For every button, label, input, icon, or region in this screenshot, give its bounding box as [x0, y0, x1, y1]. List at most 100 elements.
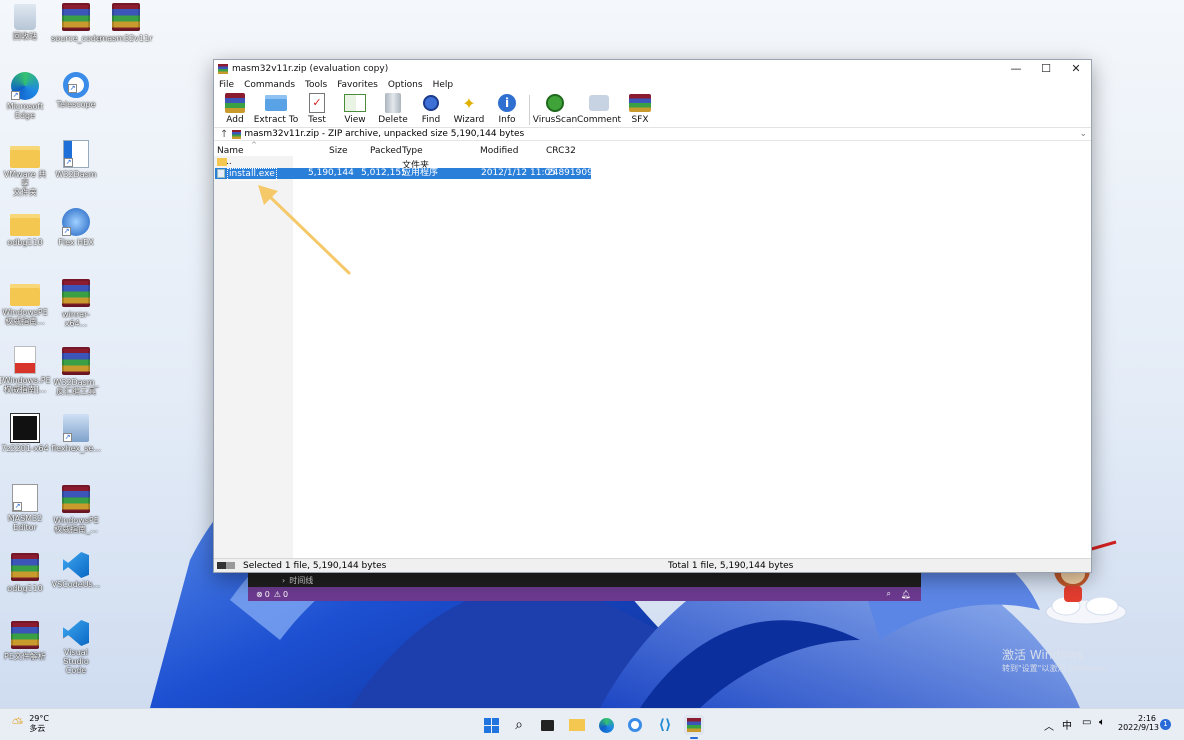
add-label: Add [226, 115, 244, 125]
desktop-icon-7zip-installer[interactable]: 7z2201-x64 [0, 413, 50, 453]
error-count[interactable]: 0 [265, 590, 270, 599]
edge-button[interactable] [596, 715, 616, 735]
desktop-icon-label: Flex HEX [58, 238, 94, 247]
table-row-selected[interactable]: install.exe 5,190,144 5,012,155 应用程序 201… [215, 168, 593, 181]
feedback-icon[interactable]: ⌕ [887, 589, 891, 599]
winrar-archive-icon [62, 347, 90, 375]
desktop-icon-vmware-shared-folder[interactable]: VMware 共享 文件夹 [0, 140, 50, 197]
title-bar[interactable]: masm32v11r.zip (evaluation copy) — ☐ ✕ [214, 60, 1091, 78]
extract-to-button[interactable]: Extract To [254, 92, 298, 125]
vscode-icon [63, 552, 89, 578]
winrar-archive-icon [62, 3, 90, 31]
view-button[interactable]: View [337, 92, 373, 125]
network-icon[interactable]: ▭ [1082, 717, 1091, 728]
ime-indicator[interactable]: 中 [1062, 717, 1072, 732]
minimize-button[interactable]: — [1001, 60, 1031, 78]
shortcut-arrow-icon: ↗ [63, 637, 72, 646]
vscode-button[interactable]: ⟨⟩ [655, 715, 675, 735]
desktop-icon-w32dasm-shortcut[interactable]: ↗ W32Dasm [51, 140, 101, 179]
menu-commands[interactable]: Commands [244, 80, 295, 90]
wizard-button[interactable]: ✦ Wizard [451, 92, 487, 126]
column-header-packed[interactable]: Packed [370, 146, 402, 156]
close-button[interactable]: ✕ [1061, 60, 1091, 78]
toolbar: Add Extract To ✓ Test View Delete Find ✦… [214, 92, 1091, 128]
column-header-crc32[interactable]: CRC32 [546, 146, 576, 156]
table-row-parent[interactable]: .. 文件夹 [215, 157, 591, 171]
desktop-icon-source-code-archive[interactable]: source_code [51, 2, 101, 43]
menu-tools[interactable]: Tools [305, 80, 327, 90]
menu-help[interactable]: Help [433, 80, 454, 90]
winrar-archive-icon [112, 3, 140, 31]
drive-icon[interactable] [217, 562, 235, 569]
desktop-icon-telescope-shortcut[interactable]: ↗ Telescope [51, 72, 101, 109]
chevron-up-icon[interactable]: ︿ [1044, 718, 1054, 733]
delete-button[interactable]: Delete [375, 92, 411, 125]
column-header-name[interactable]: Name [217, 146, 244, 156]
pdf-file-icon [14, 346, 36, 374]
menu-options[interactable]: Options [388, 80, 423, 90]
up-arrow-icon[interactable]: ↑ [220, 129, 228, 140]
desktop-icon-windowspe-guide-archive[interactable]: WindowsPE 权威指南_... [51, 484, 101, 534]
desktop-icon-vscode-user-setup[interactable]: VSCodeUs... [51, 552, 101, 589]
weather-description: 多云 [29, 724, 46, 733]
timeline-label: 时间线 [289, 575, 314, 585]
desktop-icon-flexhex-setup[interactable]: ↗ flexhex_se... [51, 414, 101, 453]
clock[interactable]: 2:16 2022/9/13 [1118, 714, 1159, 732]
desktop-icon-recycle-bin[interactable]: 回收站 [0, 2, 50, 41]
warning-icon[interactable]: ⚠ [274, 590, 281, 599]
column-header-type[interactable]: Type [402, 146, 423, 156]
setup-icon: ↗ [63, 414, 89, 442]
find-button[interactable]: Find [413, 92, 449, 125]
search-button[interactable]: ⌕ [509, 715, 529, 735]
notification-badge[interactable]: 1 [1160, 719, 1171, 730]
column-header-modified[interactable]: Modified [480, 146, 518, 156]
info-button[interactable]: i Info [489, 92, 525, 125]
warning-count[interactable]: 0 [283, 590, 288, 599]
desktop-icon-w32dasm-tool-archive[interactable]: W32Dasm_ 反汇编工具 [51, 346, 101, 396]
column-header-size[interactable]: Size [329, 146, 347, 156]
weather-widget[interactable]: ⛅︎ 29°C 多云 [12, 714, 49, 734]
magic-wand-icon: ✦ [462, 93, 476, 113]
chevron-down-icon[interactable]: ⌄ [1079, 129, 1087, 139]
info-icon: i [496, 92, 518, 114]
sfx-button[interactable]: SFX [622, 92, 658, 125]
start-button[interactable] [481, 715, 501, 735]
exe-file-icon [217, 169, 225, 178]
desktop-icon-windowspe-guide-folder[interactable]: WindowsPE 权威指南... [0, 278, 50, 326]
volume-icon[interactable]: 🔈︎ [1099, 717, 1105, 728]
error-icon[interactable]: ⊗ [256, 590, 263, 599]
virusscan-button[interactable]: VirusScan [533, 92, 577, 125]
maximize-button[interactable]: ☐ [1031, 60, 1061, 78]
task-view-button[interactable] [537, 715, 557, 735]
comment-button[interactable]: Comment [577, 92, 621, 125]
vscode-timeline-panel[interactable]: › 时间线 [248, 573, 921, 587]
menu-favorites[interactable]: Favorites [337, 80, 378, 90]
folder-icon [265, 92, 287, 114]
menu-file[interactable]: File [219, 80, 234, 90]
desktop-icon-flexhex-shortcut[interactable]: ↗ Flex HEX [51, 208, 101, 247]
folder-icon [10, 284, 40, 306]
desktop-icon-pe-parser-archive[interactable]: PE文件解析 [0, 620, 50, 661]
bell-icon[interactable]: 🔔︎ [901, 590, 911, 599]
add-button[interactable]: Add [217, 92, 253, 125]
desktop-icon-windows-pe-pdf[interactable]: [Windows.PE 权威指南]... [0, 346, 51, 394]
clipboard-check-icon: ✓ [306, 92, 328, 114]
desktop-icon-visual-studio-code-shortcut[interactable]: ↗ Visual Studio Code [51, 620, 101, 675]
test-button[interactable]: ✓ Test [299, 92, 335, 125]
winrar-archive-icon [11, 621, 39, 649]
telescope-button[interactable] [625, 715, 645, 735]
search-icon: ⌕ [515, 717, 523, 733]
address-bar[interactable]: ↑ masm32v11r.zip - ZIP archive, unpacked… [214, 128, 1091, 141]
desktop-icon-masm32v11r-archive[interactable]: masm32v11r [99, 2, 153, 43]
winrar-button[interactable] [684, 715, 704, 735]
weather-temperature: 29°C [29, 714, 49, 723]
desktop-icon-odbg110-folder[interactable]: odbg110 [0, 208, 50, 247]
file-list[interactable]: Name ^ Size Packed Type Modified CRC32 .… [214, 141, 1091, 559]
file-explorer-button[interactable] [567, 715, 587, 735]
desktop-icon-label: source_code [51, 34, 101, 43]
desktop-icon-edge-shortcut[interactable]: ↗ Microsoft Edge [0, 72, 50, 120]
clock-time: 2:16 [1138, 714, 1156, 723]
desktop-icon-masm32-editor-shortcut[interactable]: ↗ MASM32 Editor [0, 484, 50, 532]
desktop-icon-odbg110-archive[interactable]: odbg110 [0, 552, 50, 593]
desktop-icon-winrar-installer[interactable]: winrar-x64... [51, 278, 101, 328]
